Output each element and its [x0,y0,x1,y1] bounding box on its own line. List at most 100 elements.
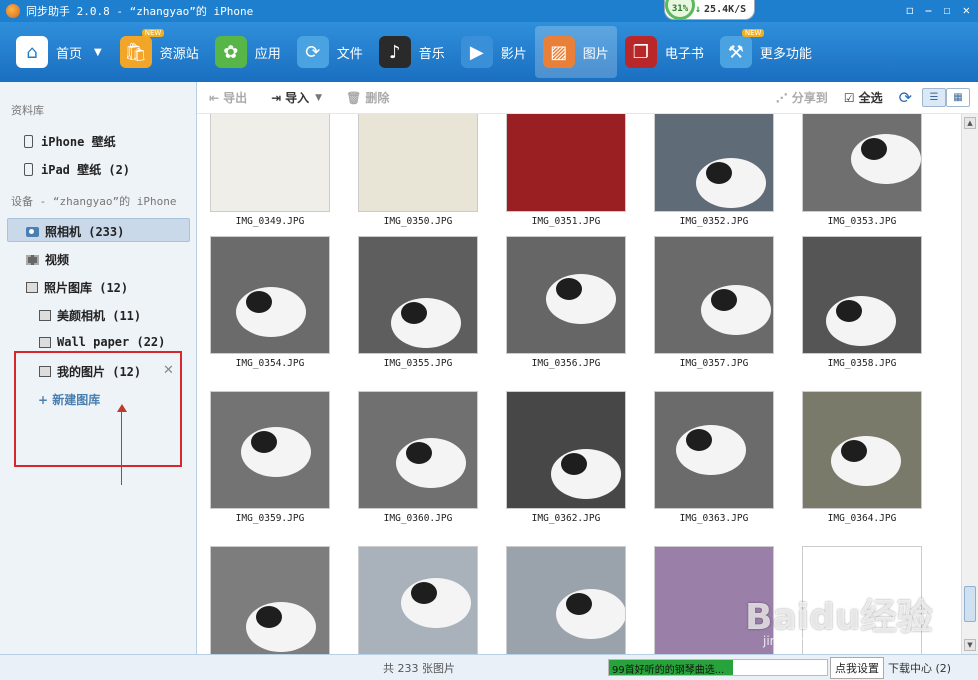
phone-icon [24,135,33,148]
sidebar-item-camera-roll[interactable]: 照相机 (233) [26,223,124,240]
photo-item[interactable]: IMG_0356.JPG [506,236,626,372]
photo-subject [831,436,901,486]
photo-subject [236,287,306,337]
sidebar-item-album-wallpaper[interactable]: Wall paper (22) [39,335,165,349]
scroll-down-arrow-icon[interactable]: ▼ [964,639,976,651]
photo-thumbnail[interactable] [210,236,330,354]
photo-item[interactable]: IMG_0349.JPG [210,114,330,230]
photo-item[interactable]: IMG_0362.JPG [506,391,626,527]
photo-thumbnail[interactable] [506,546,626,654]
checkbox-icon: ☑ [843,90,855,105]
photo-subject-patch [251,431,277,453]
photo-item[interactable]: IMG_0360.JPG [358,391,478,527]
nav-item-video-play[interactable]: ▶ 影片 [453,26,535,78]
photo-thumbnail[interactable] [506,236,626,354]
photo-thumbnail[interactable] [802,236,922,354]
list-view-icon[interactable]: ☰ [922,88,946,107]
photo-subject-patch [861,138,887,160]
apps-icon: ✿ [214,36,247,68]
photo-item[interactable]: IMG_0364.JPG [802,391,922,527]
photo-thumbnail[interactable] [358,391,478,509]
delete-button[interactable]: 🗑 删除 [346,89,389,106]
photo-item[interactable] [506,546,626,654]
photo-filename: IMG_0355.JPG [383,358,453,369]
select-all-button[interactable]: ☑ 全选 [844,89,883,106]
sidebar-item-photo-library[interactable]: 照片图库 (12) [26,279,128,296]
scroll-thumb[interactable] [964,586,976,622]
nav-item-ebook[interactable]: ❐ 电子书 [617,26,712,78]
vertical-scrollbar[interactable]: ▲ ▼ [961,114,978,654]
scroll-up-arrow-icon[interactable]: ▲ [964,117,976,129]
music-player-progress[interactable]: 99首好听的的钢琴曲选... [608,659,828,676]
photo-thumbnail[interactable] [654,114,774,212]
photo-item[interactable]: IMG_0352.JPG [654,114,774,230]
photo-item[interactable]: IMG_0354.JPG [210,236,330,372]
photo-thumbnail[interactable] [358,236,478,354]
photo-thumbnail[interactable] [802,114,922,212]
maximize-icon[interactable]: ☐ [944,3,951,18]
close-icon[interactable]: ✕ [963,3,970,18]
photo-thumbnail[interactable] [210,546,330,654]
photo-subject-patch [566,593,592,615]
photo-thumbnail[interactable] [802,391,922,509]
nav-item-picture[interactable]: ▨ 图片 [534,26,617,78]
photo-thumbnail[interactable] [210,114,330,212]
feedback-icon[interactable]: ◻ [906,3,913,18]
share-icon: ⋰ [775,90,788,105]
nav-item-label: 应用 [254,46,281,62]
new-album-button[interactable]: + 新建图库 [38,391,100,408]
photo-thumbnail[interactable] [506,391,626,509]
photo-subject-patch [686,429,712,451]
sidebar-item-iphone-wallpaper[interactable]: iPhone 壁纸 [24,133,116,150]
photo-subject-patch [556,278,582,300]
photo-item[interactable] [358,546,478,654]
chevron-down-icon[interactable]: ▼ [94,47,102,58]
photo-thumbnail[interactable] [654,391,774,509]
nav-item-music-note[interactable]: ♪ 音乐 [371,26,453,78]
export-button[interactable]: ⇤ 导出 [209,89,247,106]
nav-item-folder-sync[interactable]: ⟳ 文件 [289,26,371,78]
photo-item[interactable] [210,546,330,654]
share-button[interactable]: ⋰ 分享到 [776,89,828,106]
nav-item-label: 音乐 [418,46,445,62]
new-album-label: 新建图库 [52,393,101,407]
sidebar-item-video[interactable]: 视频 [26,251,69,268]
nav-item-tools[interactable]: ⚒ NEW 更多功能 [712,26,820,78]
photo-item[interactable]: IMG_0358.JPG [802,236,922,372]
photo-thumbnail[interactable] [654,236,774,354]
refresh-icon[interactable]: ⟳ [899,88,912,107]
photo-item[interactable]: IMG_0350.JPG [358,114,478,230]
download-center-link[interactable]: 下载中心 (2) [888,660,951,676]
photo-item[interactable]: IMG_0351.JPG [506,114,626,230]
tools-icon: ⚒ [719,36,752,68]
new-badge: NEW [141,29,165,37]
photo-item[interactable]: IMG_0363.JPG [654,391,774,527]
speed-rate: 25.4K/S [704,4,747,15]
sidebar-item-album-beauty[interactable]: 美颜相机 (11) [39,307,141,324]
main-toolbar: ⌂ 首页 ▼ 🛍 NEW 资源站 ✿ 应用 ⟳ 文件 ♪ 音乐 ▶ 影片 ▨ 图片 ❐ 电子书 ⚒ NEW 更多功能 [0,22,978,82]
photo-thumbnail[interactable] [358,546,478,654]
nav-item-apps[interactable]: ✿ 应用 [207,26,289,78]
minimize-icon[interactable]: ⎯ [926,3,932,18]
photo-subject-patch [401,302,427,324]
nav-item-store-bag[interactable]: 🛍 NEW 资源站 [112,26,207,78]
photo-thumbnail[interactable] [358,114,478,212]
album-icon [39,310,51,321]
import-button[interactable]: ⇥ 导入 ▼ [271,89,326,106]
network-speed-widget[interactable]: 31% ↓ 25.4K/S [664,0,756,20]
sidebar-item-ipad-wallpaper[interactable]: iPad 壁纸 (2) [24,161,130,178]
photo-item[interactable]: IMG_0353.JPG [802,114,922,230]
photo-item[interactable]: IMG_0359.JPG [210,391,330,527]
nav-item-label: 影片 [500,46,527,62]
photo-subject [696,158,766,208]
photo-filename: IMG_0360.JPG [383,513,453,524]
grid-view-icon[interactable]: ▦ [946,88,970,107]
photo-item[interactable]: IMG_0355.JPG [358,236,478,372]
photo-thumbnail[interactable] [506,114,626,212]
click-set-button[interactable]: 点我设置 [830,657,884,679]
nav-item-home[interactable]: ⌂ 首页 [8,26,90,78]
photo-item[interactable]: IMG_0357.JPG [654,236,774,372]
annotation-arrow-line [121,410,122,485]
photo-thumbnail[interactable] [210,391,330,509]
sidebar-item-label: iPhone 壁纸 [41,135,116,149]
